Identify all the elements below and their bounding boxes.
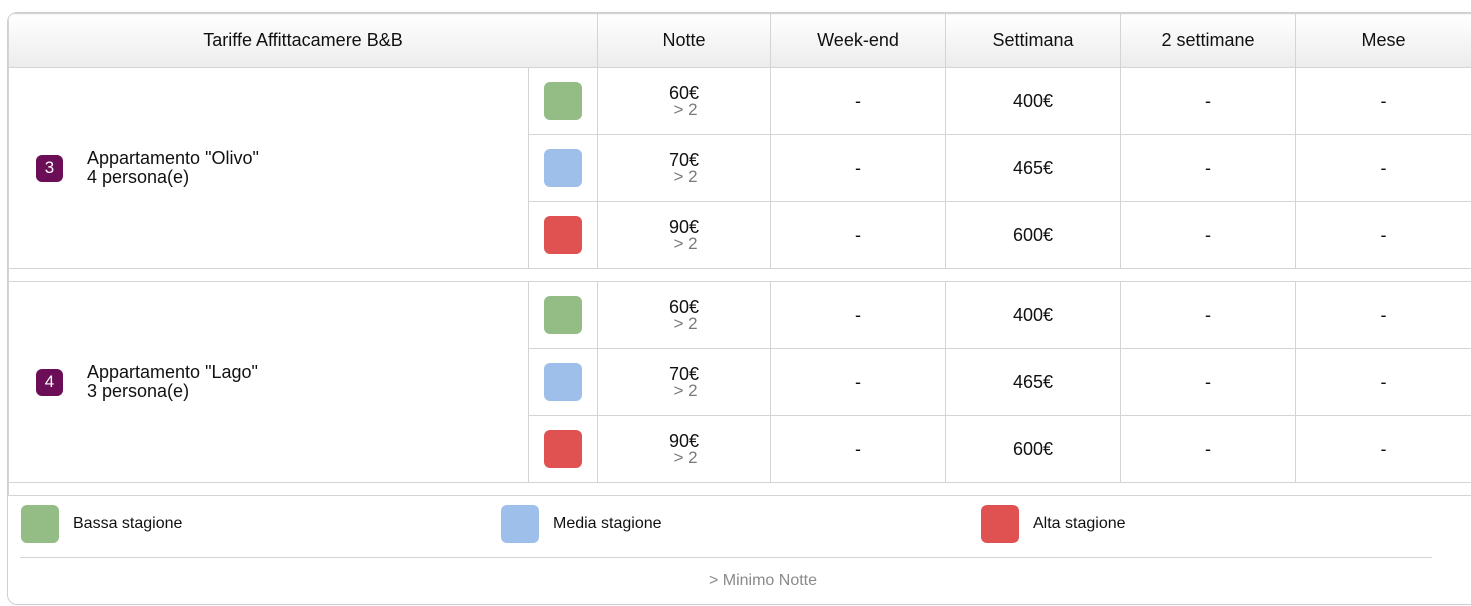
night-price: 70€: [668, 363, 700, 384]
two-weeks-price: -: [1120, 348, 1296, 416]
legend-swatch-bassa: [21, 505, 59, 543]
month-price: -: [1295, 281, 1471, 349]
apartment-cell: 3 Appartamento "Olivo" 4 persona(e): [8, 67, 529, 269]
week-price: 465€: [945, 348, 1121, 416]
two-weeks-price: -: [1120, 415, 1296, 483]
table-row: 3 Appartamento "Olivo" 4 persona(e) 60€ >…: [8, 67, 1471, 269]
min-nights: > 2: [673, 166, 698, 186]
night-price: 70€: [668, 149, 700, 170]
night-price-cell: 70€ > 2: [597, 134, 771, 202]
night-price-cell: 60€ > 2: [597, 67, 771, 135]
col-header-mese: Mese: [1295, 13, 1471, 68]
night-price-cell: 70€ > 2: [597, 348, 771, 416]
legend-label-alta: Alta stagione: [1033, 515, 1126, 532]
legend-label-bassa: Bassa stagione: [73, 515, 183, 532]
apartment-cell: 4 Appartamento "Lago" 3 persona(e): [8, 281, 529, 483]
row-separator: [8, 268, 1471, 282]
weekend-price: -: [770, 201, 946, 269]
weekend-price: -: [770, 67, 946, 135]
month-price: -: [1295, 348, 1471, 416]
night-price-cell: 90€ > 2: [597, 415, 771, 483]
table-header-row: Tariffe Affittacamere B&B Notte Week-end…: [8, 13, 1471, 68]
weekend-price: -: [770, 281, 946, 349]
min-nights: > 2: [673, 380, 698, 400]
separator-cell: [8, 268, 1471, 282]
two-weeks-price: -: [1120, 67, 1296, 135]
min-nights: > 2: [673, 313, 698, 333]
legend-item-bassa: Bassa stagione: [21, 505, 182, 543]
season-swatch-alta: [544, 216, 582, 254]
legend-divider: [20, 557, 1432, 558]
two-weeks-price: -: [1120, 201, 1296, 269]
rates-table: Tariffe Affittacamere B&B Notte Week-end…: [8, 13, 1471, 496]
apartment-number-badge: 4: [36, 368, 63, 396]
apartment-name[interactable]: Appartamento "Lago": [87, 363, 258, 382]
week-price: 400€: [945, 281, 1121, 349]
week-price: 600€: [945, 201, 1121, 269]
two-weeks-price: -: [1120, 281, 1296, 349]
season-swatch-media: [544, 149, 582, 187]
col-header-2-settimane: 2 settimane: [1120, 13, 1296, 68]
weekend-price: -: [770, 134, 946, 202]
season-cell: [528, 67, 598, 135]
two-weeks-price: -: [1120, 134, 1296, 202]
season-legend: Bassa stagione Media stagione Alta stagi…: [8, 492, 1471, 589]
table-title: Tariffe Affittacamere B&B: [8, 13, 598, 68]
season-swatch-alta: [544, 430, 582, 468]
col-header-notte: Notte: [597, 13, 771, 68]
rates-table-container: Tariffe Affittacamere B&B Notte Week-end…: [7, 12, 1471, 605]
legend-item-alta: Alta stagione: [981, 505, 1126, 543]
season-cell: [528, 281, 598, 349]
season-swatch-bassa: [544, 82, 582, 120]
min-nights: > 2: [673, 447, 698, 467]
night-price: 60€: [668, 82, 700, 103]
season-cell: [528, 134, 598, 202]
apartment-name[interactable]: Appartamento "Olivo": [87, 149, 259, 168]
month-price: -: [1295, 415, 1471, 483]
month-price: -: [1295, 201, 1471, 269]
legend-swatch-media: [501, 505, 539, 543]
season-cell: [528, 201, 598, 269]
season-cell: [528, 415, 598, 483]
night-price: 90€: [668, 216, 700, 237]
min-nights: > 2: [673, 233, 698, 253]
month-price: -: [1295, 67, 1471, 135]
legend-swatch-alta: [981, 505, 1019, 543]
week-price: 400€: [945, 67, 1121, 135]
night-price: 90€: [668, 430, 700, 451]
col-header-weekend: Week-end: [770, 13, 946, 68]
season-cell: [528, 348, 598, 416]
apartment-capacity: 4 persona(e): [87, 167, 190, 187]
weekend-price: -: [770, 348, 946, 416]
season-swatch-bassa: [544, 296, 582, 334]
weekend-price: -: [770, 415, 946, 483]
night-price-cell: 60€ > 2: [597, 281, 771, 349]
week-price: 600€: [945, 415, 1121, 483]
min-nights-note: > Minimo Notte: [708, 572, 818, 589]
legend-label-media: Media stagione: [553, 515, 662, 532]
col-header-settimana: Settimana: [945, 13, 1121, 68]
apartment-number-badge: 3: [36, 154, 63, 182]
min-nights: > 2: [673, 99, 698, 119]
season-swatch-media: [544, 363, 582, 401]
legend-item-media: Media stagione: [501, 505, 662, 543]
apartment-capacity: 3 persona(e): [87, 381, 190, 401]
night-price-cell: 90€ > 2: [597, 201, 771, 269]
week-price: 465€: [945, 134, 1121, 202]
night-price: 60€: [668, 296, 700, 317]
month-price: -: [1295, 134, 1471, 202]
table-row: 4 Appartamento "Lago" 3 persona(e) 60€ > …: [8, 281, 1471, 483]
